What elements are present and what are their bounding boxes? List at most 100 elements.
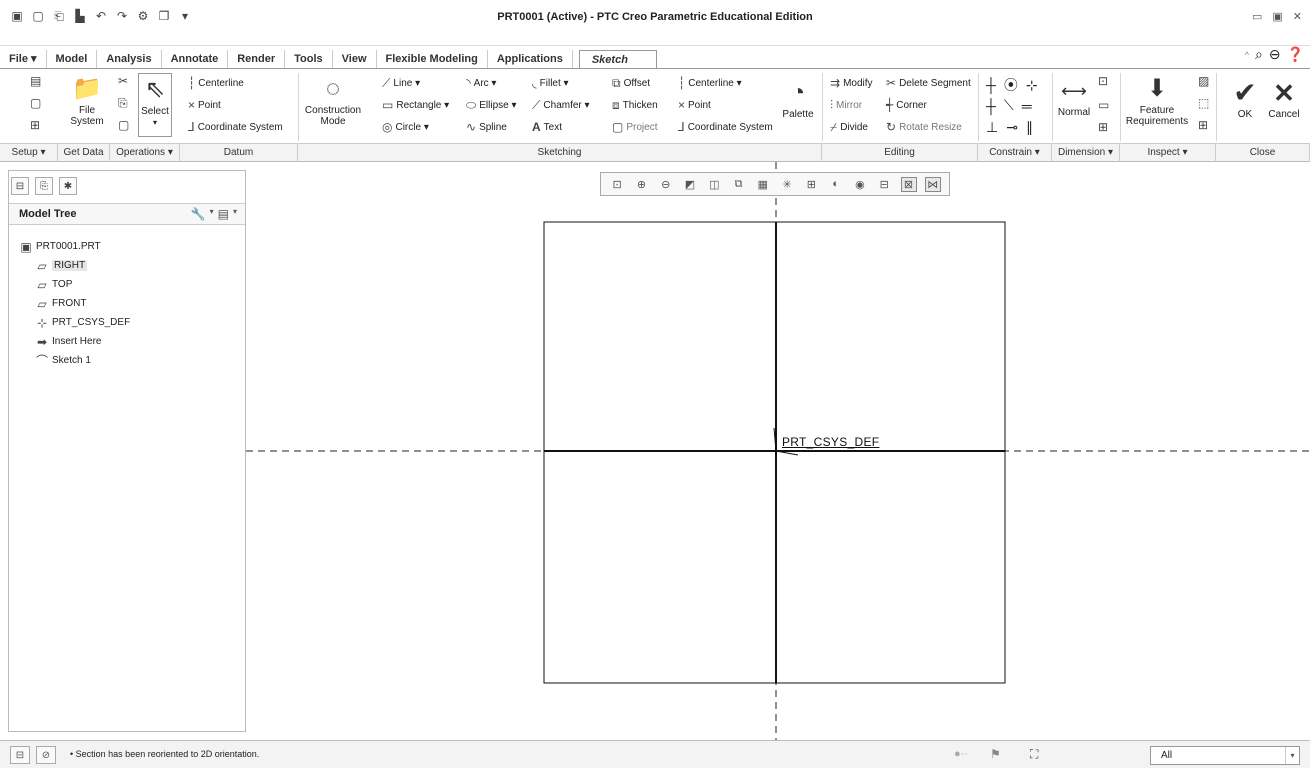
mirror-button[interactable]: ⫶ Mirror [830, 99, 862, 111]
arc-button[interactable]: ◝ Arc ▾ [466, 77, 496, 89]
vertical-constraint-icon[interactable]: ┼ [986, 77, 996, 93]
annotation-display-icon[interactable]: ⊞ [803, 178, 819, 191]
geometry-centerline-button[interactable]: ┆ Centerline ▾ [678, 77, 742, 89]
delete-segment-button[interactable]: ✂ Delete Segment [886, 77, 971, 89]
tab-view[interactable]: View [333, 50, 377, 68]
project-button[interactable]: ▢ Project [612, 121, 657, 133]
sketch-view-icon[interactable]: ⊠ [900, 176, 917, 192]
fillet-button[interactable]: ◟ Fillet ▾ [532, 77, 569, 89]
perimeter-icon[interactable]: ⊡ [1098, 75, 1111, 87]
copy-icon[interactable]: ⎘ [118, 97, 131, 109]
refit-icon[interactable]: ⊡ [609, 178, 625, 191]
datum-display-icon[interactable]: ✳ [779, 178, 795, 191]
model-tree-tab-icon[interactable]: ⊟ [11, 177, 29, 195]
datum-csys-button[interactable]: ⅃ Coordinate System [188, 121, 283, 133]
ellipse-button[interactable]: ⬭ Ellipse ▾ [466, 99, 517, 111]
cut-icon[interactable]: ✂ [118, 75, 131, 87]
divide-button[interactable]: ⌿ Divide [830, 121, 868, 133]
geometry-point-button[interactable]: × Point [678, 99, 711, 111]
tree-item-sketch[interactable]: ⌒ Sketch 1 [19, 351, 130, 370]
text-button[interactable]: A Text [532, 121, 562, 133]
group-setup[interactable]: Setup ▾ [0, 144, 58, 162]
normal-dimension-button[interactable]: ⟷ Normal [1056, 75, 1092, 118]
folder-browser-tab-icon[interactable]: ⎘ [35, 177, 53, 195]
thicken-button[interactable]: ⧈ Thicken [612, 99, 658, 111]
parallel-constraint-icon[interactable]: ∥ [1026, 119, 1033, 136]
toggle-navigator-icon[interactable]: ⊟ [10, 746, 30, 764]
minimize-icon[interactable]: ▭ [1252, 10, 1262, 23]
chamfer-button[interactable]: ⟋ Chamfer ▾ [532, 99, 590, 111]
rectangle-button[interactable]: ▭ Rectangle ▾ [382, 99, 449, 111]
tab-flexible-modeling[interactable]: Flexible Modeling [377, 50, 488, 68]
select-button[interactable]: ⇖ Select ▾ [138, 73, 172, 137]
highlight-open-ends-icon[interactable]: ⬚ [1198, 97, 1212, 109]
cancel-button[interactable]: ✕ Cancel [1264, 77, 1304, 120]
palette-button[interactable]: ◔ Palette [776, 77, 820, 120]
zoom-out-icon[interactable]: ⊖ [658, 178, 674, 191]
corner-button[interactable]: ┽ Corner [886, 99, 927, 111]
display-style-icon[interactable]: ◫ [706, 178, 722, 191]
baseline-icon[interactable]: ▭ [1098, 99, 1112, 111]
rotate-resize-button[interactable]: ↻ Rotate Resize [886, 121, 962, 133]
show-icon[interactable]: ▤ [218, 207, 229, 221]
horizontal-constraint-icon[interactable]: ⊸ [1006, 119, 1018, 136]
paste-icon[interactable]: ▢ [118, 119, 132, 131]
equal-constraint-icon[interactable]: ═ [1022, 98, 1032, 114]
modify-button[interactable]: ⇉ Modify [830, 77, 873, 89]
tab-model[interactable]: Model [47, 50, 98, 68]
zoom-in-icon[interactable]: ⊕ [633, 178, 649, 191]
group-inspect[interactable]: Inspect ▾ [1120, 144, 1216, 162]
symmetric-constraint-icon[interactable]: ⟍ [1004, 97, 1014, 114]
restore-icon[interactable]: ▣ [1272, 10, 1282, 23]
show-dropdown-icon[interactable]: ▾ [233, 207, 237, 221]
toggle-browser-icon[interactable]: ⊘ [36, 746, 56, 764]
tree-item-top[interactable]: ▱ TOP [19, 275, 130, 294]
reference-dimension-icon[interactable]: ⊞ [1098, 121, 1111, 133]
midpoint-constraint-icon[interactable]: ⊹ [1026, 77, 1038, 94]
tree-item-part[interactable]: ▣ PRT0001.PRT [19, 237, 130, 256]
help-icon[interactable]: ❓ [1287, 46, 1304, 63]
collapse-ribbon-icon[interactable]: ^ [1245, 50, 1249, 60]
feature-requirements-button[interactable]: ⬇ Feature Requirements [1124, 73, 1190, 127]
ok-button[interactable]: ✔ OK [1228, 77, 1262, 120]
datum-point-button[interactable]: × Point [188, 99, 221, 111]
tree-item-insert-here[interactable]: ➡ Insert Here [19, 332, 130, 351]
search-icon[interactable]: ⌕ [1255, 46, 1263, 63]
overlapping-geometry-icon[interactable]: ▨ [1198, 75, 1212, 87]
shade-closed-loops-icon[interactable]: ⊞ [1198, 119, 1211, 131]
perspective-icon[interactable]: ◉ [852, 178, 868, 191]
tab-file[interactable]: File ▾ [0, 50, 47, 68]
sketcher-display-icon[interactable]: ⋈ [924, 176, 941, 192]
tree-item-right[interactable]: ▱ RIGHT [19, 256, 130, 275]
close-icon[interactable]: ✕ [1293, 10, 1302, 23]
flag-icon[interactable]: ⚑ [990, 747, 1001, 761]
datum-centerline-button[interactable]: ┆ Centerline [188, 77, 244, 89]
tree-item-front[interactable]: ▱ FRONT [19, 294, 130, 313]
sketch-view-icon[interactable]: ▢ [30, 97, 44, 109]
selection-filter[interactable]: All ▾ [1150, 746, 1300, 765]
tree-settings-icon[interactable]: 🔧 [191, 207, 206, 221]
tab-annotate[interactable]: Annotate [162, 50, 229, 68]
construction-mode-button[interactable]: ◌ Construction Mode [302, 73, 364, 127]
tab-sketch[interactable]: Sketch [578, 50, 657, 68]
coincident-constraint-icon[interactable]: ┼ [986, 98, 996, 114]
group-constrain[interactable]: Constrain ▾ [978, 144, 1052, 162]
tab-tools[interactable]: Tools [285, 50, 333, 68]
line-button[interactable]: ⟋ Line ▾ [382, 77, 420, 89]
sketch-display-icon[interactable]: ⊟ [876, 178, 892, 191]
graphics-window[interactable]: ⊡ ⊕ ⊖ ◩ ◫ ⧉ ▦ ✳ ⊞ ◐ ◉ ⊟ ⊠ ⋈ PRT_CSYS_DEF [246, 162, 1310, 740]
saved-orientations-icon[interactable]: ⧉ [731, 178, 747, 191]
community-icon[interactable]: ⊖ [1269, 46, 1281, 63]
tab-analysis[interactable]: Analysis [97, 50, 162, 68]
tab-applications[interactable]: Applications [488, 50, 573, 68]
file-system-button[interactable]: 📁 File System [64, 73, 110, 127]
favorites-tab-icon[interactable]: ✱ [59, 177, 77, 195]
sketch-setup-icon[interactable]: ▤ [30, 75, 44, 87]
tab-render[interactable]: Render [228, 50, 286, 68]
group-operations[interactable]: Operations ▾ [110, 144, 180, 162]
view-manager-icon[interactable]: ▦ [755, 178, 771, 191]
spline-button[interactable]: ∿ Spline [466, 121, 507, 133]
tangent-constraint-icon[interactable]: ⦿ [1004, 75, 1018, 95]
find-icon[interactable]: ⛶ [1030, 747, 1038, 762]
geometry-csys-button[interactable]: ⅃ Coordinate System [678, 121, 773, 133]
